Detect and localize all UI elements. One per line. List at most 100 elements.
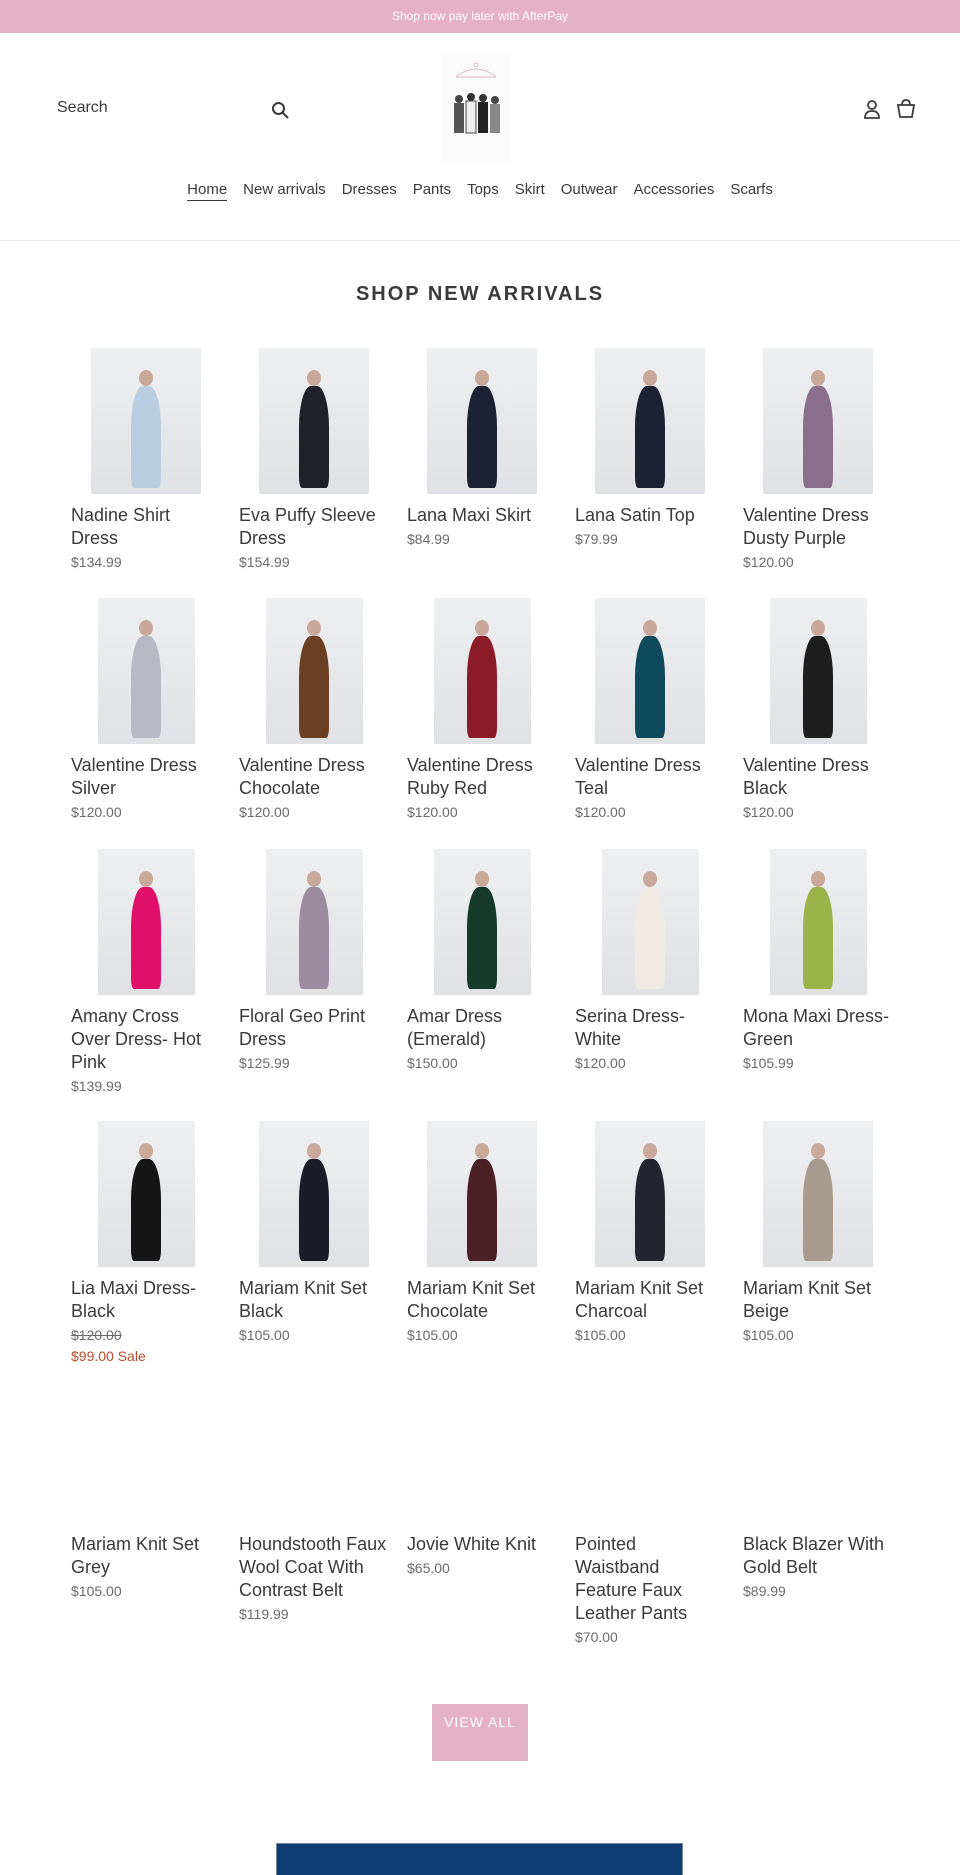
product-image[interactable] <box>769 598 867 744</box>
product-image[interactable] <box>97 849 195 995</box>
product-card[interactable]: Lia Maxi Dress- Black $120.00 $99.00 Sale <box>71 1121 221 1367</box>
product-image[interactable] <box>427 1121 537 1267</box>
product-title[interactable]: Mona Maxi Dress- Green <box>743 1005 893 1051</box>
product-image[interactable] <box>602 1393 699 1523</box>
product-title[interactable]: Serina Dress- White <box>575 1005 725 1051</box>
nav-item-tops[interactable]: Tops <box>467 181 499 200</box>
product-title[interactable]: Amar Dress (Emerald) <box>407 1005 557 1051</box>
product-card[interactable]: Serina Dress- White $120.00 <box>575 849 725 1073</box>
product-image[interactable] <box>97 598 195 744</box>
product-image[interactable] <box>770 1393 867 1523</box>
product-image[interactable] <box>433 849 531 995</box>
nav-item-skirt[interactable]: Skirt <box>515 181 545 200</box>
product-title[interactable]: Nadine Shirt Dress <box>71 504 221 550</box>
product-image[interactable] <box>427 348 537 494</box>
nav-item-pants[interactable]: Pants <box>413 181 451 200</box>
product-card[interactable]: Mariam Knit Set Charcoal $105.00 <box>575 1121 725 1345</box>
product-title[interactable]: Mariam Knit Set Beige <box>743 1277 893 1323</box>
product-image[interactable] <box>595 348 705 494</box>
view-all-button[interactable]: VIEW ALL <box>432 1704 528 1761</box>
product-title[interactable]: Valentine Dress Black <box>743 754 893 800</box>
product-card[interactable]: Valentine Dress Chocolate $120.00 <box>239 598 389 822</box>
product-image[interactable] <box>434 1393 531 1523</box>
announcement-bar[interactable]: Shop now pay later with AfterPay <box>0 0 960 33</box>
model-outfit <box>803 386 833 488</box>
product-card[interactable]: Black Blazer With Gold Belt $89.99 <box>743 1393 893 1601</box>
nav-item-accessories[interactable]: Accessories <box>633 181 714 200</box>
product-card[interactable]: Lana Maxi Skirt $84.99 <box>407 348 557 549</box>
product-title[interactable]: Mariam Knit Set Chocolate <box>407 1277 557 1323</box>
product-card[interactable]: Lana Satin Top $79.99 <box>575 348 725 549</box>
product-image[interactable] <box>265 598 363 744</box>
product-image[interactable] <box>433 598 531 744</box>
cart-icon[interactable] <box>895 99 917 119</box>
product-image[interactable] <box>763 348 873 494</box>
product-image[interactable] <box>97 1121 195 1267</box>
product-image[interactable] <box>601 849 699 995</box>
nav-item-outwear[interactable]: Outwear <box>561 181 618 200</box>
nav-item-dresses[interactable]: Dresses <box>342 181 397 200</box>
product-card[interactable]: Valentine Dress Silver $120.00 <box>71 598 221 822</box>
product-card[interactable]: Eva Puffy Sleeve Dress $154.99 <box>239 348 389 572</box>
account-icon[interactable] <box>862 99 882 119</box>
product-card[interactable]: Amar Dress (Emerald) $150.00 <box>407 849 557 1073</box>
product-price: $119.99 <box>239 1606 289 1622</box>
product-title[interactable]: Valentine Dress Dusty Purple <box>743 504 893 550</box>
nav-item-home[interactable]: Home <box>187 181 228 201</box>
product-title[interactable]: Valentine Dress Teal <box>575 754 725 800</box>
product-card[interactable]: Mariam Knit Set Chocolate $105.00 <box>407 1121 557 1345</box>
product-title[interactable]: Lana Maxi Skirt <box>407 504 557 527</box>
product-image[interactable] <box>98 1393 195 1523</box>
product-title[interactable]: Floral Geo Print Dress <box>239 1005 389 1051</box>
model-outfit <box>635 636 665 738</box>
product-title[interactable]: Pointed Waistband Feature Faux Leather P… <box>575 1533 725 1625</box>
product-title[interactable]: Black Blazer With Gold Belt <box>743 1533 893 1579</box>
product-card[interactable]: Valentine Dress Black $120.00 <box>743 598 893 822</box>
product-image[interactable] <box>595 1121 705 1267</box>
model-head <box>307 620 321 636</box>
nav-item-new-arrivals[interactable]: New arrivals <box>243 181 326 200</box>
product-title[interactable]: Valentine Dress Chocolate <box>239 754 389 800</box>
product-image[interactable] <box>769 849 867 995</box>
product-title[interactable]: Lia Maxi Dress- Black <box>71 1277 221 1323</box>
product-card[interactable]: Mariam Knit Set Black $105.00 <box>239 1121 389 1345</box>
product-image[interactable] <box>265 849 363 995</box>
product-title[interactable]: Mariam Knit Set Black <box>239 1277 389 1323</box>
model-head <box>475 871 489 887</box>
product-card[interactable]: Mariam Knit Set Grey $105.00 <box>71 1393 221 1601</box>
product-card[interactable]: Pointed Waistband Feature Faux Leather P… <box>575 1393 725 1647</box>
product-image[interactable] <box>763 1121 873 1267</box>
product-card[interactable]: Nadine Shirt Dress $134.99 <box>71 348 221 572</box>
search-input[interactable]: Search <box>57 99 108 117</box>
product-title[interactable]: Amany Cross Over Dress- Hot Pink <box>71 1005 221 1074</box>
model-outfit <box>299 887 329 989</box>
model-outfit <box>299 386 329 488</box>
product-card[interactable]: Mariam Knit Set Beige $105.00 <box>743 1121 893 1345</box>
product-price: $120.00 <box>743 554 794 570</box>
product-card[interactable]: Jovie White Knit $65.00 <box>407 1393 557 1578</box>
product-title[interactable]: Lana Satin Top <box>575 504 725 527</box>
product-price: $125.99 <box>239 1055 290 1071</box>
product-card[interactable]: Valentine Dress Dusty Purple $120.00 <box>743 348 893 572</box>
product-card[interactable]: Mona Maxi Dress- Green $105.99 <box>743 849 893 1073</box>
nav-item-scarfs[interactable]: Scarfs <box>730 181 773 200</box>
product-image[interactable] <box>266 1393 363 1523</box>
product-card[interactable]: Floral Geo Print Dress $125.99 <box>239 849 389 1073</box>
product-image[interactable] <box>91 348 201 494</box>
product-title[interactable]: Mariam Knit Set Charcoal <box>575 1277 725 1323</box>
product-title[interactable]: Mariam Knit Set Grey <box>71 1533 221 1579</box>
product-card[interactable]: Valentine Dress Ruby Red $120.00 <box>407 598 557 822</box>
product-title[interactable]: Valentine Dress Silver <box>71 754 221 800</box>
product-image[interactable] <box>259 1121 369 1267</box>
product-title[interactable]: Jovie White Knit <box>407 1533 557 1556</box>
product-image[interactable] <box>595 598 705 744</box>
product-card[interactable]: Houndstooth Faux Wool Coat With Contrast… <box>239 1393 389 1624</box>
product-title[interactable]: Houndstooth Faux Wool Coat With Contrast… <box>239 1533 389 1602</box>
product-image[interactable] <box>259 348 369 494</box>
search-icon[interactable] <box>271 101 289 119</box>
product-title[interactable]: Valentine Dress Ruby Red <box>407 754 557 800</box>
product-card[interactable]: Valentine Dress Teal $120.00 <box>575 598 725 822</box>
product-title[interactable]: Eva Puffy Sleeve Dress <box>239 504 389 550</box>
product-card[interactable]: Amany Cross Over Dress- Hot Pink $139.99 <box>71 849 221 1096</box>
store-logo[interactable] <box>442 55 510 161</box>
